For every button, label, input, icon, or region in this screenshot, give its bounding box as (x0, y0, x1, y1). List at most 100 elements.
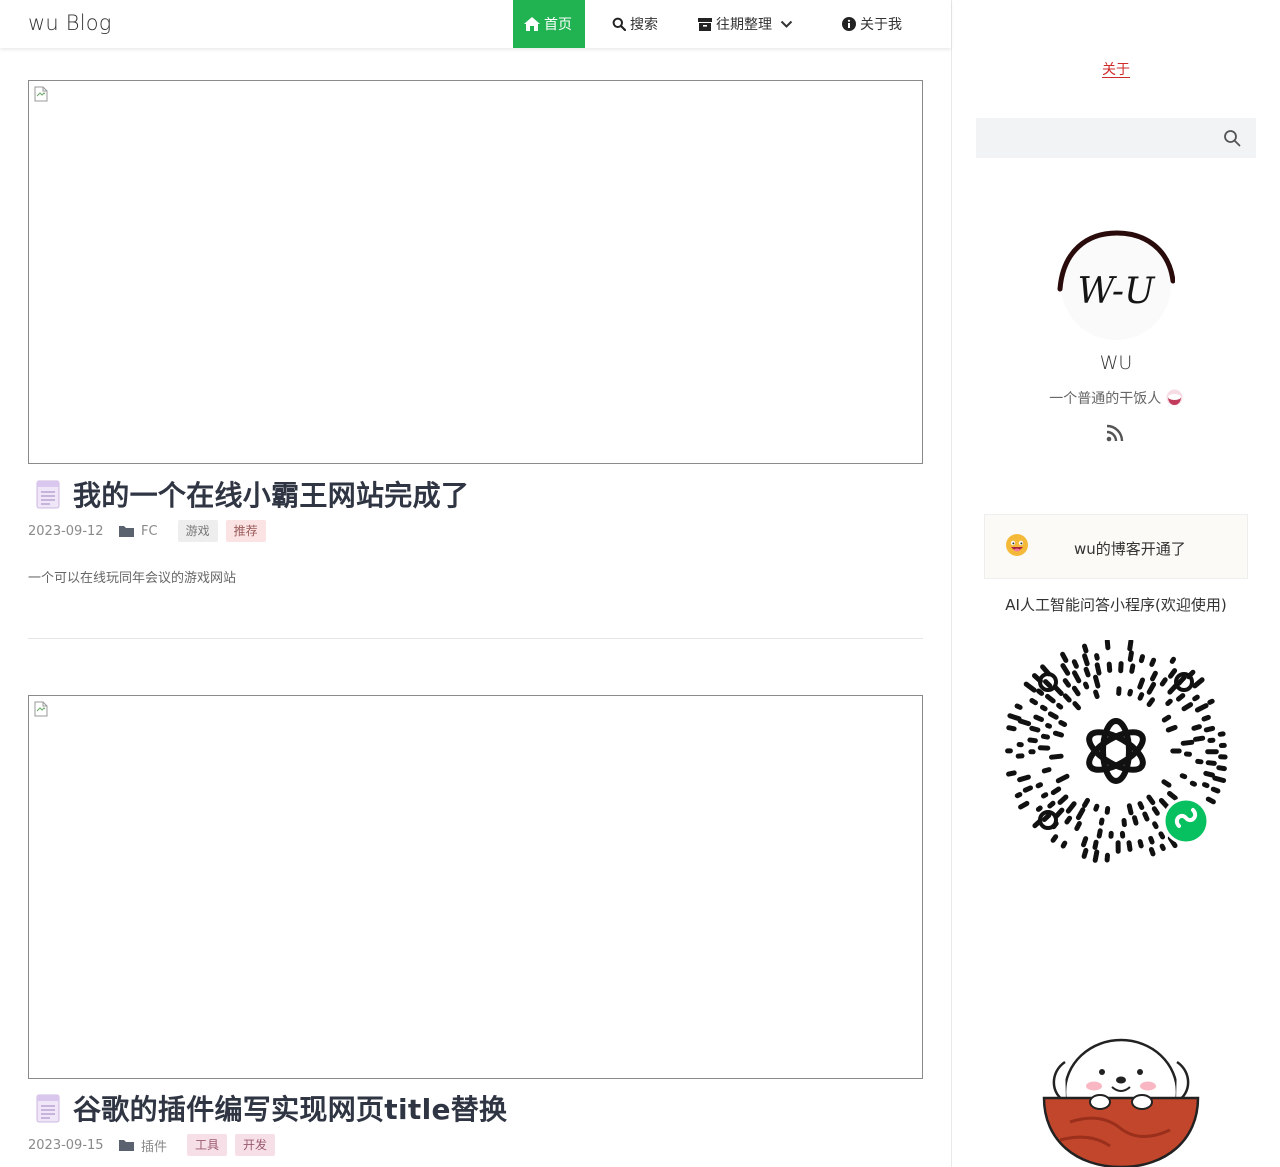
sidebar-divider (951, 0, 952, 1167)
post-meta: 2023-09-12 FC 游戏 推荐 (28, 520, 274, 542)
sidebar-about-link[interactable]: 关于 (1102, 59, 1130, 79)
avatar[interactable]: W-U (1057, 229, 1175, 341)
miniprogram-qr-code[interactable] (1003, 640, 1229, 866)
post-tag[interactable]: 开发 (235, 1134, 276, 1156)
chevron-down-icon (780, 20, 793, 28)
qr-dash (1092, 839, 1099, 850)
qr-dash (1094, 662, 1102, 676)
qr-dash (1062, 693, 1072, 703)
post-title[interactable]: 我的一个在线小霸王网站完成了 (36, 474, 469, 514)
qr-dash (1049, 753, 1064, 760)
qr-dash (1167, 683, 1178, 695)
site-brand[interactable]: wu Blog (28, 11, 112, 35)
qr-dash (1176, 693, 1186, 702)
post-cover-image[interactable] (28, 695, 923, 1079)
post-category[interactable]: FC (141, 524, 158, 539)
nav-about[interactable]: 关于我 (842, 0, 942, 48)
post-meta: 2023-09-15 插件 工具 开发 (28, 1134, 283, 1156)
qr-dash (1216, 765, 1227, 772)
qr-dash (1007, 713, 1022, 722)
qr-dash (1142, 811, 1150, 822)
qr-dash (1127, 640, 1134, 652)
info-icon (842, 17, 856, 31)
qr-dash (1104, 640, 1111, 651)
qr-dash (1060, 663, 1071, 676)
nav-home-label: 首页 (544, 17, 572, 33)
notepad-icon (36, 1094, 60, 1123)
qr-dash (1041, 767, 1052, 774)
home-icon (524, 17, 540, 31)
qr-dash (1081, 836, 1089, 848)
profile-bio: 一个普通的干饭人 (1000, 388, 1232, 408)
nav-search-label: 搜索 (630, 17, 658, 33)
qr-dash (1045, 693, 1056, 704)
post-date: 2023-09-15 (28, 1137, 104, 1153)
qr-dash (1127, 650, 1134, 662)
qr-dash (1104, 806, 1111, 815)
qr-dash (1017, 774, 1031, 783)
qr-dash (1193, 735, 1206, 742)
qr-dash (1137, 692, 1145, 701)
qr-dash (1060, 651, 1069, 663)
qr-dash (1137, 839, 1144, 849)
qr-dash (1126, 803, 1134, 816)
qr-dash (1056, 702, 1064, 710)
post-tag[interactable]: 工具 (187, 1134, 228, 1156)
qr-dash (1146, 681, 1157, 695)
qr-dash (1161, 714, 1172, 723)
qr-dash (1138, 654, 1145, 664)
qr-dash (1132, 815, 1139, 826)
qr-dash (1043, 679, 1053, 689)
qr-dash (1191, 724, 1202, 731)
qr-dash (1092, 849, 1100, 863)
qr-dash (1006, 770, 1017, 777)
rice-bowl-icon (1166, 389, 1183, 406)
qr-dash (1047, 711, 1059, 720)
qr-dash (1149, 657, 1157, 667)
rss-icon[interactable] (1106, 424, 1124, 442)
qr-dash (1093, 689, 1100, 699)
qr-dash (1033, 714, 1044, 722)
notice-text: wu的博客开通了 (1074, 540, 1186, 558)
qr-dash (1040, 733, 1050, 740)
qr-dash (1194, 703, 1209, 713)
qr-dash (1180, 739, 1195, 746)
post-cover-image[interactable] (28, 80, 923, 464)
qr-dash (1152, 821, 1159, 830)
nav-about-label: 关于我 (860, 17, 902, 33)
qr-dash (1083, 681, 1090, 690)
nav-search[interactable]: 搜索 (585, 0, 696, 48)
qr-dash (1203, 770, 1215, 778)
post-tag[interactable]: 游戏 (177, 520, 218, 542)
qr-dash (1146, 794, 1156, 806)
wechat-miniprogram-icon (1162, 797, 1210, 845)
post-title[interactable]: 谷歌的插件编写实现网页title替换 (36, 1088, 507, 1128)
qr-dash (1029, 698, 1038, 706)
qr-dash (1036, 688, 1045, 696)
qr-dash (1064, 815, 1073, 825)
qr-dash (1168, 668, 1178, 679)
qr-dash (1058, 720, 1068, 727)
folder-icon (119, 526, 134, 537)
broken-image-icon (34, 701, 48, 717)
qr-dash (1167, 791, 1178, 801)
notice-card: wu的博客开通了 (984, 514, 1248, 579)
qr-dash (1212, 775, 1227, 783)
profile-name: WU (1099, 352, 1133, 374)
qr-dash (1192, 677, 1205, 689)
qr-dash (1205, 760, 1217, 766)
post-category[interactable]: 插件 (141, 1136, 167, 1155)
sidebar-search-input[interactable] (976, 118, 1256, 158)
top-navbar: wu Blog 首页 搜索 往期整理 关于我 (0, 0, 951, 48)
broken-image-icon (34, 86, 48, 102)
qr-dash (1027, 737, 1038, 744)
qr-dash (1189, 780, 1197, 787)
post-tag[interactable]: 推荐 (225, 520, 266, 542)
qr-dash (1041, 812, 1052, 822)
nav-home[interactable]: 首页 (513, 0, 585, 48)
qr-dash (1159, 677, 1168, 687)
qr-dash (1169, 656, 1176, 664)
qr-dash (1151, 806, 1160, 816)
search-icon[interactable] (1223, 129, 1241, 147)
nav-archive[interactable]: 往期整理 (696, 0, 842, 48)
